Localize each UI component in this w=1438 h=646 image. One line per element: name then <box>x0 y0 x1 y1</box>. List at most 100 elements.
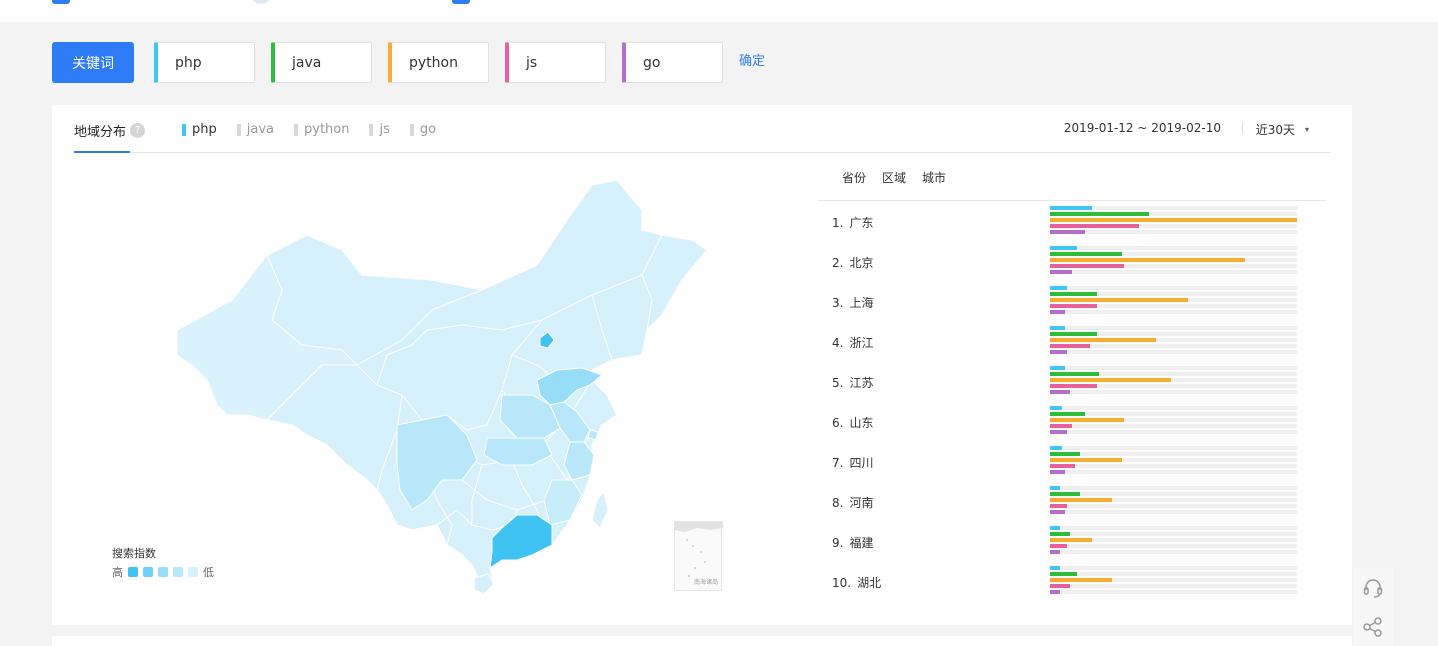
china-map-svg <box>176 179 708 595</box>
period-dropdown[interactable]: 近30天 ▾ <box>1256 121 1309 138</box>
bar-js <box>1050 504 1068 508</box>
keyword-legend-tabs: php java python js go <box>182 122 456 137</box>
rank-number: 9. <box>832 536 844 550</box>
legend-low-label: 低 <box>203 566 214 579</box>
inset-islands <box>686 539 706 577</box>
legend-tab-js[interactable]: js <box>369 122 390 137</box>
province-name: 上海 <box>849 296 874 310</box>
bar-track <box>1050 418 1297 422</box>
bar-track <box>1050 584 1297 588</box>
bar-track <box>1050 504 1297 508</box>
bar-track <box>1050 326 1297 330</box>
legend-tab-go[interactable]: go <box>409 122 437 137</box>
bar-go <box>1050 230 1085 234</box>
headset-icon[interactable] <box>1353 568 1393 607</box>
legend-tab-label: js <box>379 122 390 137</box>
bar-python <box>1050 218 1297 222</box>
ranking-row: 9. 福建 <box>818 525 1326 565</box>
legend-mark-java <box>236 123 241 136</box>
ranking-row-label: 3. 上海 <box>832 294 873 311</box>
china-map[interactable] <box>172 179 712 600</box>
bar-js <box>1050 344 1090 348</box>
bar-track <box>1050 572 1297 576</box>
bar-track <box>1050 532 1297 536</box>
bar-js <box>1050 304 1097 308</box>
ranking-bars <box>1050 246 1297 276</box>
tab-city[interactable]: 城市 <box>922 169 946 186</box>
bar-track <box>1050 406 1297 410</box>
share-icon[interactable] <box>1353 607 1393 646</box>
bar-go <box>1050 550 1060 554</box>
bar-js <box>1050 384 1097 388</box>
keyword-label-button[interactable]: 关键词 <box>52 42 134 83</box>
keyword-input-python[interactable]: python <box>388 42 489 83</box>
headset-icon-svg <box>1363 578 1383 598</box>
ranking-divider <box>818 200 1326 201</box>
legend-tab-php[interactable]: php <box>182 122 217 137</box>
bar-js <box>1050 464 1075 468</box>
tab-province[interactable]: 省份 <box>842 169 866 186</box>
question-icon[interactable]: ? <box>130 123 146 138</box>
bar-track <box>1050 390 1297 394</box>
map-legend-scale: 高 低 <box>112 564 214 580</box>
keyword-input-java[interactable]: java <box>271 42 372 83</box>
legend-swatch-1 <box>128 567 138 577</box>
period-label: 近30天 <box>1255 123 1295 137</box>
bar-track <box>1050 378 1297 382</box>
tab-region-distribution[interactable]: 地域分布 ? <box>74 121 146 140</box>
bar-go <box>1050 510 1065 514</box>
ranking-row: 3. 上海 <box>818 285 1326 325</box>
province-name: 北京 <box>849 256 874 270</box>
keyword-input-php[interactable]: php <box>154 42 255 83</box>
province-name: 湖北 <box>857 576 882 590</box>
bar-track <box>1050 510 1297 514</box>
bar-python <box>1050 418 1125 422</box>
bar-track <box>1050 298 1297 302</box>
bar-track <box>1050 538 1297 542</box>
bar-track <box>1050 270 1297 274</box>
bar-track <box>1050 424 1297 428</box>
province-name: 广东 <box>849 216 874 230</box>
bar-track <box>1050 286 1297 290</box>
ranking-bars <box>1050 206 1297 236</box>
legend-mark-python <box>294 123 298 136</box>
ranking-bars <box>1050 486 1297 516</box>
bar-python <box>1050 378 1172 382</box>
bar-track <box>1050 304 1297 308</box>
ranking-row: 8. 河南 <box>818 485 1326 525</box>
bar-python <box>1050 578 1112 582</box>
share-icon-svg <box>1363 616 1382 637</box>
bar-php <box>1050 486 1060 490</box>
bar-track <box>1050 384 1297 388</box>
tab-area[interactable]: 区域 <box>882 169 906 186</box>
bar-js <box>1050 544 1068 548</box>
legend-tab-label: php <box>192 122 217 137</box>
region-distribution-panel: 地域分布 ? php java python js go 2019-01-12 … <box>52 105 1352 625</box>
date-range-text: 2019-01-12 ~ 2019-02-10 <box>1063 121 1221 135</box>
bar-track <box>1050 350 1297 354</box>
bar-php <box>1050 246 1078 250</box>
legend-tab-java[interactable]: java <box>236 122 274 137</box>
bar-track <box>1050 246 1297 250</box>
bar-php <box>1050 366 1065 370</box>
rank-number: 6. <box>832 416 844 430</box>
next-panel-edge <box>52 636 1352 646</box>
bar-java <box>1050 532 1070 536</box>
keyword-input-go[interactable]: go <box>622 42 723 83</box>
bar-track <box>1050 492 1297 496</box>
bar-java <box>1050 212 1149 216</box>
bar-js <box>1050 224 1139 228</box>
legend-tab-python[interactable]: python <box>294 122 349 137</box>
bar-track <box>1050 526 1297 530</box>
keyword-input-js[interactable]: js <box>505 42 606 83</box>
legend-tab-label: go <box>419 122 437 137</box>
bar-track <box>1050 566 1297 570</box>
ranking-bars <box>1050 446 1297 476</box>
inset-coastline <box>675 522 723 532</box>
confirm-link[interactable]: 确定 <box>739 50 765 69</box>
south-china-sea-inset: 南海诸岛 <box>674 521 723 591</box>
ranking-bars <box>1050 286 1297 316</box>
legend-swatch-5 <box>188 567 198 577</box>
bar-java <box>1050 452 1080 456</box>
province-name: 山东 <box>849 416 874 430</box>
